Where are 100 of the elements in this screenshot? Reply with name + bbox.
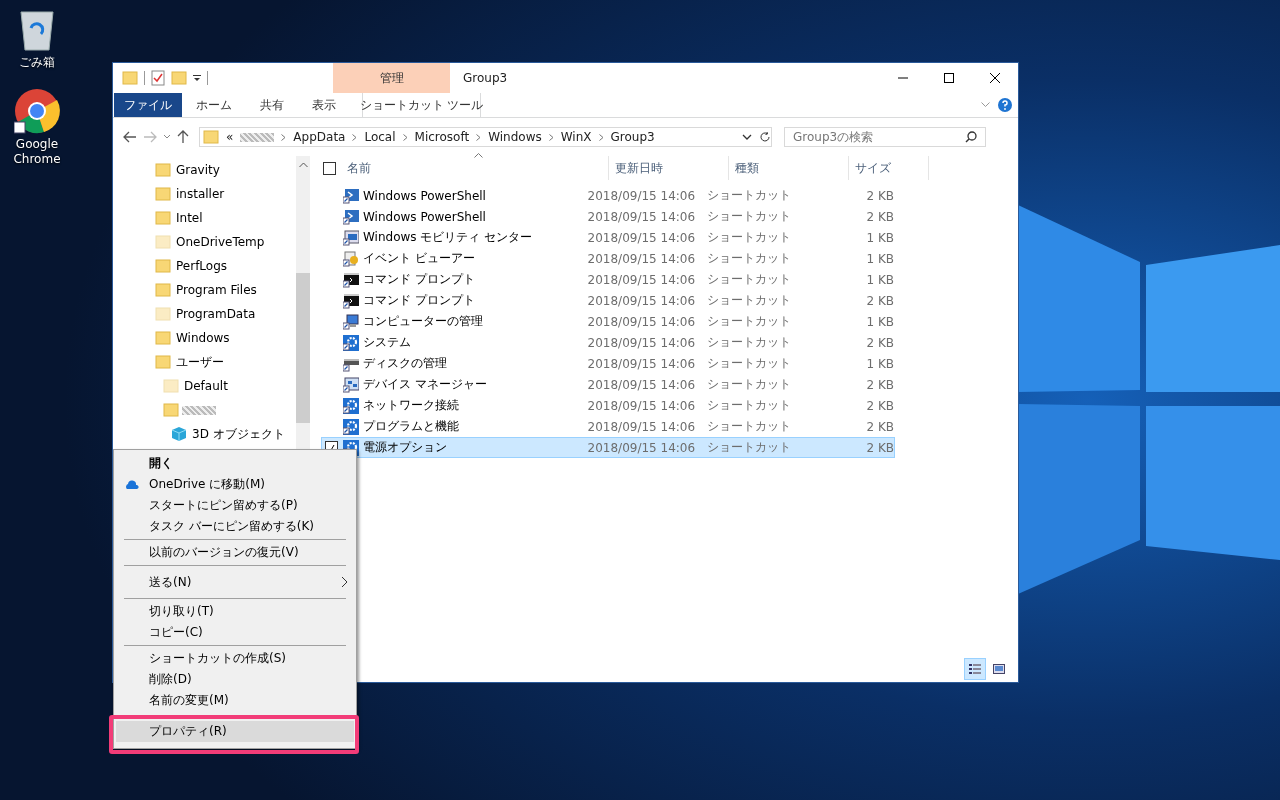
date-cell-text: 2018/09/15 14:06 [587,209,697,224]
column-header[interactable]: サイズ [849,156,929,180]
tree-item[interactable]: Windows [155,326,296,350]
ribbon-tab[interactable]: 共有 [246,93,298,117]
tree-item[interactable]: Default [163,374,296,398]
breadcrumb[interactable]: Windows [488,130,542,144]
recycle-bin-icon [17,8,57,52]
dropdown-icon [742,133,752,141]
log-icon [343,250,359,267]
column-header[interactable]: 種類 [729,156,849,180]
properties-icon [151,70,165,86]
menu-item[interactable]: 送る(N) [116,568,354,596]
menu-item[interactable]: ショートカットの作成(S) [116,648,354,669]
menu-item[interactable]: プロパティ(R) [116,721,354,742]
ribbon-tab[interactable]: ショートカット ツール [362,93,481,117]
menu-item[interactable]: 切り取り(T) [116,601,354,622]
file-row[interactable]: 電源オプション 2018/09/15 14:06 ショートカット 2 KB [321,437,895,458]
address-bar[interactable]: « AppData Local Microsoft Windows WinX Group3 [199,127,772,147]
file-name: ディスクの管理 [363,355,448,372]
window-title: Group3 [462,70,509,87]
type-cell-text: ショートカット [707,418,793,435]
gear-icon [343,397,359,414]
chevron-icon [476,133,482,141]
menu-item[interactable]: 以前のバージョンの復元(V) [116,542,354,563]
menu-item[interactable]: タスク バーにピン留めする(K) [116,516,354,537]
tree-item[interactable]: ユーザー [155,350,296,374]
menu-item[interactable]: 名前の変更(M) [116,690,354,711]
file-name: Windows モビリティ センター [363,229,534,246]
breadcrumb[interactable]: WinX [560,130,592,144]
size-cell-text: 2 KB [865,335,894,350]
ribbon-tab[interactable]: ホーム [182,93,246,117]
ribbon-tab[interactable]: 表示 [298,93,350,117]
file-row[interactable]: プログラムと機能 2018/09/15 14:06 ショートカット 2 KB [321,416,895,437]
file-name: コマンド プロンプト [363,292,476,309]
file-row[interactable]: システム 2018/09/15 14:06 ショートカット 2 KB [321,332,895,353]
tree-item[interactable]: 3D オブジェクト [171,422,296,446]
size-cell-text: 2 KB [865,188,894,203]
file-row[interactable]: ネットワーク接続 2018/09/15 14:06 ショートカット 2 KB [321,395,895,416]
file-row[interactable]: Windows モビリティ センター 2018/09/15 14:06 ショートカット 1 KB [321,227,895,248]
file-row[interactable]: デバイス マネージャー 2018/09/15 14:06 ショートカット 2 KB [321,374,895,395]
terminal-icon [343,271,359,288]
shortcut-icon [343,187,359,204]
tree-item[interactable]: ProgramData [155,302,296,326]
column-header[interactable]: 更新日時 [609,156,729,180]
icon-label[interactable]: Google Chrome [2,137,72,167]
search-field[interactable]: Group3の検索 [784,127,986,147]
back-icon [123,131,137,143]
type-cell-text: ショートカット [707,292,793,309]
help-icon [998,98,1012,112]
file-row[interactable]: コンピューターの管理 2018/09/15 14:06 ショートカット 1 KB [321,311,895,332]
menu-item[interactable]: スタートにピン留めする(P) [116,495,354,516]
tree-item[interactable]: Intel [155,206,296,230]
file-row[interactable]: コマンド プロンプト 2018/09/15 14:06 ショートカット 1 KB [321,269,895,290]
size-cell-text: 1 KB [865,272,894,287]
close-icon [990,73,1000,83]
terminal-icon [343,292,359,309]
file-row[interactable]: イベント ビューアー 2018/09/15 14:06 ショートカット 1 KB [321,248,895,269]
forward-icon [143,131,157,143]
scroll-up-icon [299,162,308,168]
file-row[interactable]: Windows PowerShell 2018/09/15 14:06 ショートカット 2 KB [321,185,895,206]
tree-item[interactable]: Gravity [155,158,296,182]
column-header[interactable]: 名前 [341,156,609,180]
type-cell-text: ショートカット [707,271,793,288]
menu-item[interactable]: コピー(C) [116,622,354,643]
gear-icon [343,334,359,351]
folder-icon [171,71,187,85]
tree-item[interactable]: PerfLogs [155,254,296,278]
view-button[interactable] [964,658,986,680]
icon-label[interactable]: ごみ箱 [2,55,72,70]
date-cell-text: 2018/09/15 14:06 [587,440,697,455]
file-name: Windows PowerShell [363,209,487,224]
tree-item[interactable]: Program Files [155,278,296,302]
type-cell-text: ショートカット [707,397,793,414]
type-cell-text: ショートカット [707,334,793,351]
tree-item[interactable]: installer [155,182,296,206]
select-all-checkbox[interactable] [323,161,336,175]
type-cell-text: ショートカット [707,376,793,393]
type-cell-text: ショートカット [707,439,793,456]
date-cell-text: 2018/09/15 14:06 [587,188,697,203]
redacted-mark [182,405,216,415]
file-row[interactable]: Windows PowerShell 2018/09/15 14:06 ショートカット 2 KB [321,206,895,227]
menu-item[interactable]: 削除(D) [116,669,354,690]
date-cell-text: 2018/09/15 14:06 [587,314,697,329]
breadcrumb[interactable]: « [226,130,234,144]
chevron-icon [548,133,554,141]
ribbon-tab[interactable]: ファイル [114,93,182,117]
size-cell-text: 2 KB [865,398,894,413]
breadcrumb[interactable]: Microsoft [414,130,470,144]
size-cell-text: 2 KB [865,377,894,392]
tree-item[interactable]: OneDriveTemp [155,230,296,254]
file-row[interactable]: コマンド プロンプト 2018/09/15 14:06 ショートカット 2 KB [321,290,895,311]
breadcrumb[interactable]: AppData [293,130,346,144]
file-row[interactable]: ディスクの管理 2018/09/15 14:06 ショートカット 1 KB [321,353,895,374]
menu-item[interactable]: OneDrive に移動(M) [116,474,354,495]
breadcrumb[interactable]: Group3 [610,130,655,144]
breadcrumb[interactable]: Local [364,130,396,144]
size-cell-text: 2 KB [865,419,894,434]
search-icon [965,131,977,143]
type-cell-text: ショートカット [707,187,793,204]
dropdown-icon [163,134,171,140]
